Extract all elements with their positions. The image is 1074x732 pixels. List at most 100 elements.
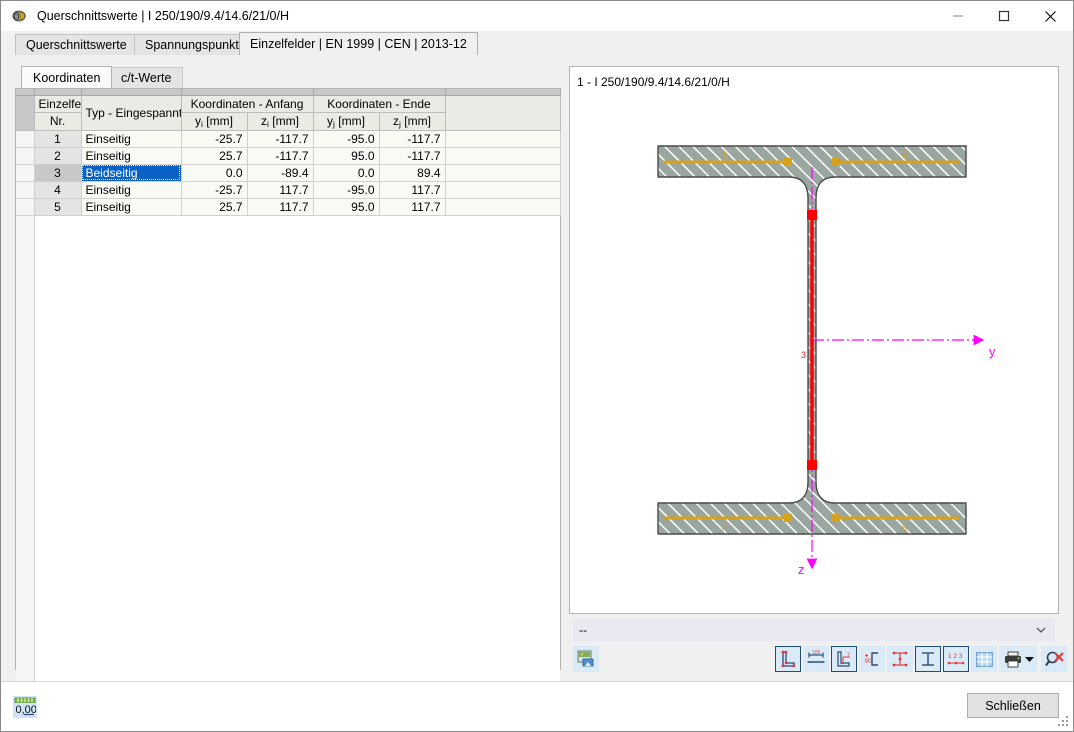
cell-spare[interactable]: [445, 164, 561, 182]
cell-yi[interactable]: 0.0: [181, 164, 248, 182]
tab-einzelfelder[interactable]: Einzelfelder | EN 1999 | CEN | 2013-12: [239, 32, 478, 55]
cell-typ[interactable]: Einseitig: [81, 181, 182, 199]
row-gutter-filler: [16, 215, 35, 686]
header-yi-sub: i: [201, 118, 203, 129]
axes-icon[interactable]: y z: [831, 646, 857, 672]
maximize-button[interactable]: [981, 1, 1027, 31]
print-button[interactable]: [999, 646, 1037, 672]
section-outline-icon[interactable]: [915, 646, 941, 672]
table-row[interactable]: 4 Einseitig -25.7 117.7 -95.0 117.7: [16, 181, 561, 199]
cell-yi[interactable]: 25.7: [181, 198, 248, 216]
header-yi: yi [mm]: [181, 112, 248, 131]
svg-text:1 2 3: 1 2 3: [948, 653, 963, 660]
element-label-3: 3: [801, 350, 806, 360]
zoom-reset-icon[interactable]: [1041, 646, 1067, 672]
numbering-icon[interactable]: 1 2 3: [943, 646, 969, 672]
cell-zj[interactable]: -117.7: [379, 130, 446, 148]
element-label-2: 2: [902, 149, 907, 159]
header-zi-unit: [mm]: [272, 113, 299, 128]
view-selector-combobox[interactable]: --: [573, 619, 1055, 641]
cell-zi[interactable]: -117.7: [247, 147, 314, 165]
cell-zi[interactable]: -89.4: [247, 164, 314, 182]
application-window: 6 Querschnittswerte | I 250/190/9.4/14.6…: [0, 0, 1074, 732]
cell-typ[interactable]: Einseitig: [81, 147, 182, 165]
header-spare: [445, 95, 561, 131]
table-row[interactable]: 5 Einseitig 25.7 117.7 95.0 117.7: [16, 198, 561, 216]
cell-typ[interactable]: Einseitig: [81, 130, 182, 148]
cell-zi[interactable]: 117.7: [247, 181, 314, 199]
subtab-koordinaten[interactable]: Koordinaten: [21, 66, 113, 88]
coordinates-table-container[interactable]: Einzelfeld Typ - Eingespannt Koordinaten…: [15, 88, 561, 686]
cell-yj[interactable]: -95.0: [313, 130, 380, 148]
resize-grip-icon[interactable]: [1058, 716, 1070, 728]
table-row[interactable]: 2 Einseitig 25.7 -117.7 95.0 -117.7: [16, 147, 561, 165]
cell-typ-selected[interactable]: Beidseitig: [81, 164, 182, 182]
row-gutter: [16, 147, 35, 165]
shear-center-icon[interactable]: sc: [859, 646, 885, 672]
cell-yj[interactable]: -95.0: [313, 181, 380, 199]
svg-text:y: y: [848, 651, 851, 656]
element-label-4: 4: [722, 523, 727, 533]
table-row-selected[interactable]: 3 Beidseitig 0.0 -89.4 0.0 89.4: [16, 164, 561, 182]
cell-nr[interactable]: 2: [34, 147, 82, 165]
cell-yi[interactable]: -25.7: [181, 130, 248, 148]
element-label-1: 1: [722, 149, 727, 159]
tab-querschnittswerte[interactable]: Querschnittswerte: [15, 34, 138, 55]
cell-zi[interactable]: -117.7: [247, 130, 314, 148]
sub-tab-strip: Koordinaten c/t-Werte: [15, 66, 561, 88]
cell-zj[interactable]: 117.7: [379, 181, 446, 199]
cell-spare[interactable]: [445, 198, 561, 216]
window-controls: [935, 1, 1073, 31]
combobox-value: --: [579, 623, 587, 637]
chevron-down-icon[interactable]: [1035, 624, 1047, 639]
left-panel: Koordinaten c/t-Werte Einzelfe Typ - Ein…: [15, 66, 561, 686]
header-einzelfeld: Einzelfeld: [34, 95, 82, 113]
content-area: Koordinaten c/t-Werte Einzelfe Typ - Ein…: [1, 55, 1073, 686]
dimensions-icon[interactable]: 100: [803, 646, 829, 672]
cell-zi[interactable]: 117.7: [247, 198, 314, 216]
cell-nr[interactable]: 1: [34, 130, 82, 148]
stress-points-icon[interactable]: [887, 646, 913, 672]
element-label-5: 5: [902, 523, 907, 533]
subtab-ct-werte[interactable]: c/t-Werte: [109, 67, 184, 88]
cell-yj[interactable]: 95.0: [313, 147, 380, 165]
decimal-places-icon[interactable]: 0,00: [13, 696, 37, 718]
axis-label-z: z: [798, 562, 805, 577]
picture-export-icon[interactable]: [573, 646, 599, 672]
grid-icon[interactable]: [971, 646, 997, 672]
svg-text:6: 6: [15, 14, 18, 20]
cell-zj[interactable]: -117.7: [379, 147, 446, 165]
header-row-group-titles: Einzelfeld Typ - Eingespannt Koordinaten…: [16, 95, 561, 131]
table-row-empty[interactable]: [16, 215, 560, 686]
cell-spare[interactable]: [445, 181, 561, 199]
row-gutter: [16, 181, 35, 199]
cell-spare[interactable]: [445, 130, 561, 148]
table-empty-area[interactable]: [34, 215, 560, 686]
header-zj-unit: [mm]: [404, 113, 431, 128]
close-button[interactable]: [1027, 1, 1073, 31]
cell-nr[interactable]: 4: [34, 181, 82, 199]
cell-yj[interactable]: 95.0: [313, 198, 380, 216]
header-zi: zi [mm]: [247, 112, 314, 131]
header-zj-sub: j: [399, 118, 401, 129]
cell-spare[interactable]: [445, 147, 561, 165]
close-dialog-button[interactable]: Schließen: [967, 693, 1059, 718]
cell-nr[interactable]: 5: [34, 198, 82, 216]
cell-nr[interactable]: 3: [34, 164, 82, 182]
caret-down-icon[interactable]: [1024, 652, 1034, 666]
section-drawing-area[interactable]: 1 - I 250/190/9.4/14.6/21/0/H y z 1 2 3 …: [569, 66, 1059, 614]
cell-zj[interactable]: 117.7: [379, 198, 446, 216]
drawing-toolbar: 100 y z sc 1 2 3: [573, 646, 1067, 672]
minimize-button[interactable]: [935, 1, 981, 31]
show-parts-icon[interactable]: [775, 646, 801, 672]
table-row[interactable]: 1 Einseitig -25.7 -117.7 -95.0 -117.7: [16, 130, 561, 148]
right-panel: 1 - I 250/190/9.4/14.6/21/0/H y z 1 2 3 …: [569, 66, 1067, 672]
title-bar[interactable]: 6 Querschnittswerte | I 250/190/9.4/14.6…: [1, 1, 1073, 31]
cell-yi[interactable]: -25.7: [181, 181, 248, 199]
cell-zj[interactable]: 89.4: [379, 164, 446, 182]
header-typ-eingespannt: Typ - Eingespannt: [81, 95, 182, 131]
header-koordinaten-anfang: Koordinaten - Anfang: [181, 95, 314, 113]
cell-yi[interactable]: 25.7: [181, 147, 248, 165]
cell-typ[interactable]: Einseitig: [81, 198, 182, 216]
cell-yj[interactable]: 0.0: [313, 164, 380, 182]
